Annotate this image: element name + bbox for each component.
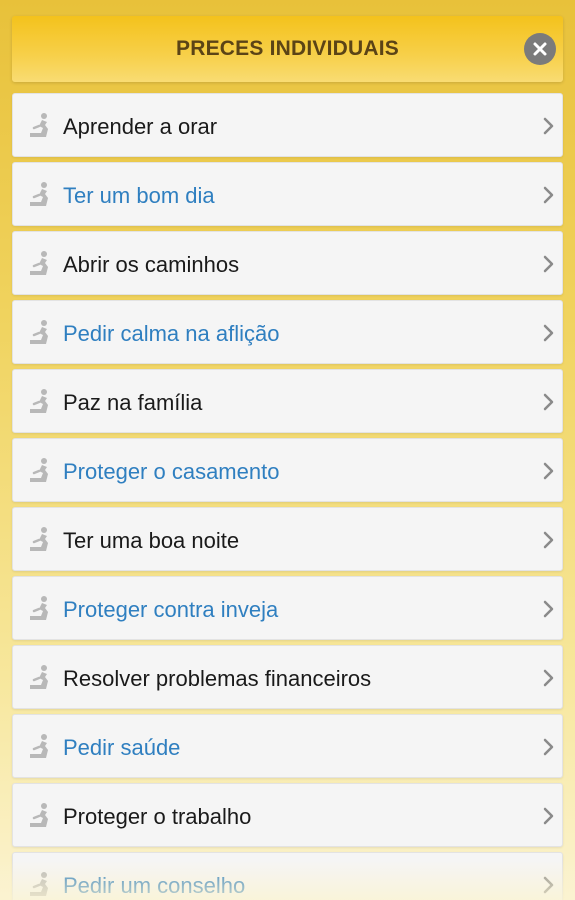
chevron-right-icon — [543, 462, 554, 480]
list-item-label: Proteger o trabalho — [63, 804, 252, 829]
praying-person-icon — [30, 320, 48, 344]
list-item[interactable]: Pedir calma na aflição — [12, 300, 563, 364]
header-bar: PRECES INDIVIDUAIS — [12, 16, 563, 82]
chevron-right-icon — [543, 324, 554, 342]
praying-person-icon — [30, 251, 48, 275]
list-item-label: Pedir um conselho — [63, 873, 246, 898]
list-item-label: Paz na família — [63, 390, 203, 415]
list-item-label: Ter uma boa noite — [63, 528, 240, 553]
list-item-label: Resolver problemas financeiros — [63, 666, 372, 691]
chevron-right-icon — [543, 255, 554, 273]
praying-person-icon — [30, 803, 48, 827]
list-item-label: Aprender a orar — [63, 114, 218, 139]
list-item-label: Abrir os caminhos — [63, 252, 240, 277]
chevron-right-icon — [543, 393, 554, 411]
praying-person-icon — [30, 596, 48, 620]
chevron-right-icon — [543, 117, 554, 135]
list-item[interactable]: Proteger contra inveja — [12, 576, 563, 640]
praying-person-icon — [30, 872, 48, 896]
list-item[interactable]: Proteger o casamento — [12, 438, 563, 502]
chevron-right-icon — [543, 876, 554, 894]
list-item-label: Pedir calma na aflição — [63, 321, 280, 346]
list-item[interactable]: Ter uma boa noite — [12, 507, 563, 571]
chevron-right-icon — [543, 669, 554, 687]
chevron-right-icon — [543, 600, 554, 618]
close-button[interactable] — [524, 33, 556, 65]
list-item-label: Proteger o casamento — [63, 459, 280, 484]
praying-person-icon — [30, 182, 48, 206]
close-icon — [533, 42, 547, 56]
list-item-label: Proteger contra inveja — [63, 597, 279, 622]
chevron-right-icon — [543, 186, 554, 204]
praying-person-icon — [30, 458, 48, 482]
list-item[interactable]: Resolver problemas financeiros — [12, 645, 563, 709]
praying-person-icon — [30, 113, 48, 137]
chevron-right-icon — [543, 738, 554, 756]
praying-person-icon — [30, 527, 48, 551]
list-item-label: Pedir saúde — [63, 735, 181, 760]
chevron-right-icon — [543, 531, 554, 549]
list-item[interactable]: Pedir saúde — [12, 714, 563, 778]
list-item[interactable]: Ter um bom dia — [12, 162, 563, 226]
prayer-list: Aprender a orar Ter um bom dia Abrir os … — [12, 93, 563, 900]
list-item-label: Ter um bom dia — [63, 183, 215, 208]
page-title: PRECES INDIVIDUAIS — [176, 37, 399, 60]
list-item[interactable]: Abrir os caminhos — [12, 231, 563, 295]
list-item[interactable]: Proteger o trabalho — [12, 783, 563, 847]
list-item[interactable]: Aprender a orar — [12, 93, 563, 157]
praying-person-icon — [30, 665, 48, 689]
chevron-right-icon — [543, 807, 554, 825]
praying-person-icon — [30, 389, 48, 413]
list-item[interactable]: Pedir um conselho — [12, 852, 563, 900]
praying-person-icon — [30, 734, 48, 758]
list-item[interactable]: Paz na família — [12, 369, 563, 433]
